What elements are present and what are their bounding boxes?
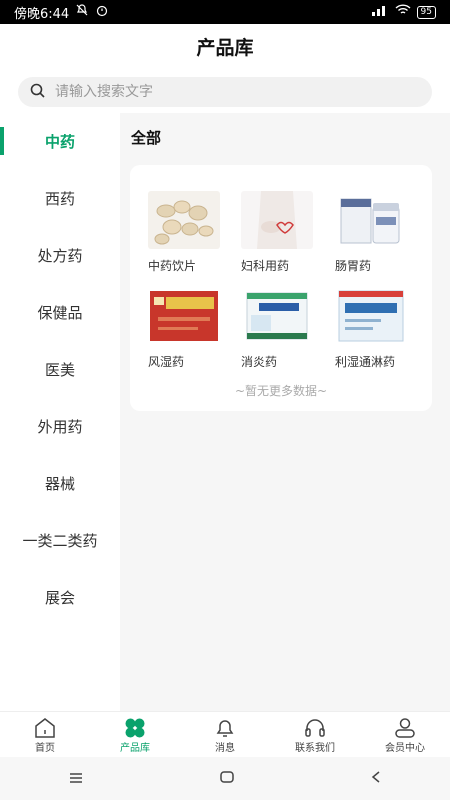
user-icon (393, 717, 417, 739)
product-item-lishi-tonglinyao[interactable]: 利湿通淋药 (335, 287, 415, 370)
alarm-icon (95, 3, 109, 21)
product-item-changweiyao[interactable]: 肠胃药 (335, 191, 415, 274)
tab-label: 首页 (35, 743, 55, 754)
diuretic-medicine-image (335, 287, 407, 345)
tab-contact-us[interactable]: 联系我们 (270, 712, 360, 758)
home-icon (33, 717, 57, 739)
product-item-xiaoyanyao[interactable]: 消炎药 (241, 287, 321, 370)
tab-label: 消息 (215, 743, 235, 754)
bottom-tab-bar: 首页 产品库 消息 联系我们 会员中心 (0, 711, 450, 758)
sidebar-item-label: 外用药 (37, 418, 83, 436)
mute-icon (75, 3, 89, 21)
sidebar-item-label: 处方药 (37, 247, 83, 265)
product-item-zhongyao-yinpian[interactable]: 中药饮片 (148, 191, 228, 274)
section-title: 全部 (131, 129, 162, 147)
menu-icon[interactable] (68, 769, 84, 788)
home-square-icon[interactable] (219, 769, 235, 788)
sidebar-item-yimei[interactable]: 医美 (0, 341, 120, 398)
tab-product-library[interactable]: 产品库 (90, 712, 180, 758)
rheumatism-medicine-image (148, 287, 220, 345)
sidebar-item-zhanhui[interactable]: 展会 (0, 569, 120, 626)
signal-icon (371, 4, 389, 20)
tab-label: 会员中心 (385, 743, 425, 754)
search-input[interactable] (53, 83, 397, 101)
product-label: 风湿药 (148, 355, 185, 369)
sidebar-item-label: 展会 (44, 589, 75, 607)
product-item-fuke-yongyao[interactable]: 妇科用药 (241, 191, 321, 274)
sidebar-item-zhongyao[interactable]: 中药 (0, 113, 120, 170)
product-label: 妇科用药 (241, 259, 290, 273)
sidebar-item-label: 一类二类药 (22, 532, 98, 550)
status-bar: 傍晚6:44 95 (0, 0, 450, 24)
sidebar-item-label: 医美 (44, 361, 75, 379)
sidebar-item-label: 西药 (44, 190, 75, 208)
header: 产品库 (0, 24, 450, 68)
search-icon (30, 83, 45, 102)
sidebar-item-waiyongyao[interactable]: 外用药 (0, 398, 120, 455)
sidebar-item-xiyao[interactable]: 西药 (0, 170, 120, 227)
herbal-slices-image (148, 191, 220, 249)
anti-inflammatory-image (241, 287, 313, 345)
page-title: 产品库 (196, 36, 254, 59)
battery-indicator: 95 (416, 5, 436, 19)
tab-messages[interactable]: 消息 (180, 712, 270, 758)
sidebar-item-label: 中药 (44, 133, 75, 151)
womens-health-image (241, 191, 313, 249)
no-more-data-hint: ~暂无更多数据~ (234, 384, 328, 398)
sidebar-item-label: 保健品 (37, 304, 83, 322)
product-label: 中药饮片 (148, 259, 197, 273)
sidebar-item-baojianpin[interactable]: 保健品 (0, 284, 120, 341)
search-bar[interactable] (18, 77, 432, 107)
sidebar-item-yilei-erlei[interactable]: 一类二类药 (0, 512, 120, 569)
headset-icon (303, 717, 327, 739)
stomach-medicine-image (335, 191, 407, 249)
tab-label: 产品库 (120, 743, 150, 754)
status-time: 傍晚6:44 (14, 6, 70, 22)
wifi-icon (395, 4, 411, 20)
sidebar-item-qixie[interactable]: 器械 (0, 455, 120, 512)
category-sidebar: 中药 西药 处方药 保健品 医美 外用药 器械 一类二类药 展会 (0, 113, 120, 711)
product-content: 全部 中药饮片 妇科用药 肠胃药 风湿药 消炎药 利湿通淋药 ~暂无更多数据~ (120, 113, 450, 711)
system-nav-bar (0, 757, 450, 800)
back-icon[interactable] (370, 769, 382, 788)
sidebar-item-chufangyao[interactable]: 处方药 (0, 227, 120, 284)
product-card: 中药饮片 妇科用药 肠胃药 风湿药 消炎药 利湿通淋药 ~暂无更多数据~ (130, 165, 432, 411)
product-label: 利湿通淋药 (335, 355, 396, 369)
product-item-fengshiyao[interactable]: 风湿药 (148, 287, 228, 370)
tab-member-center[interactable]: 会员中心 (360, 712, 450, 758)
clover-icon (123, 717, 147, 739)
bell-icon (213, 717, 237, 739)
sidebar-item-label: 器械 (44, 475, 75, 493)
tab-label: 联系我们 (295, 743, 335, 754)
product-label: 肠胃药 (335, 259, 372, 273)
product-label: 消炎药 (241, 355, 278, 369)
tab-home[interactable]: 首页 (0, 712, 90, 758)
